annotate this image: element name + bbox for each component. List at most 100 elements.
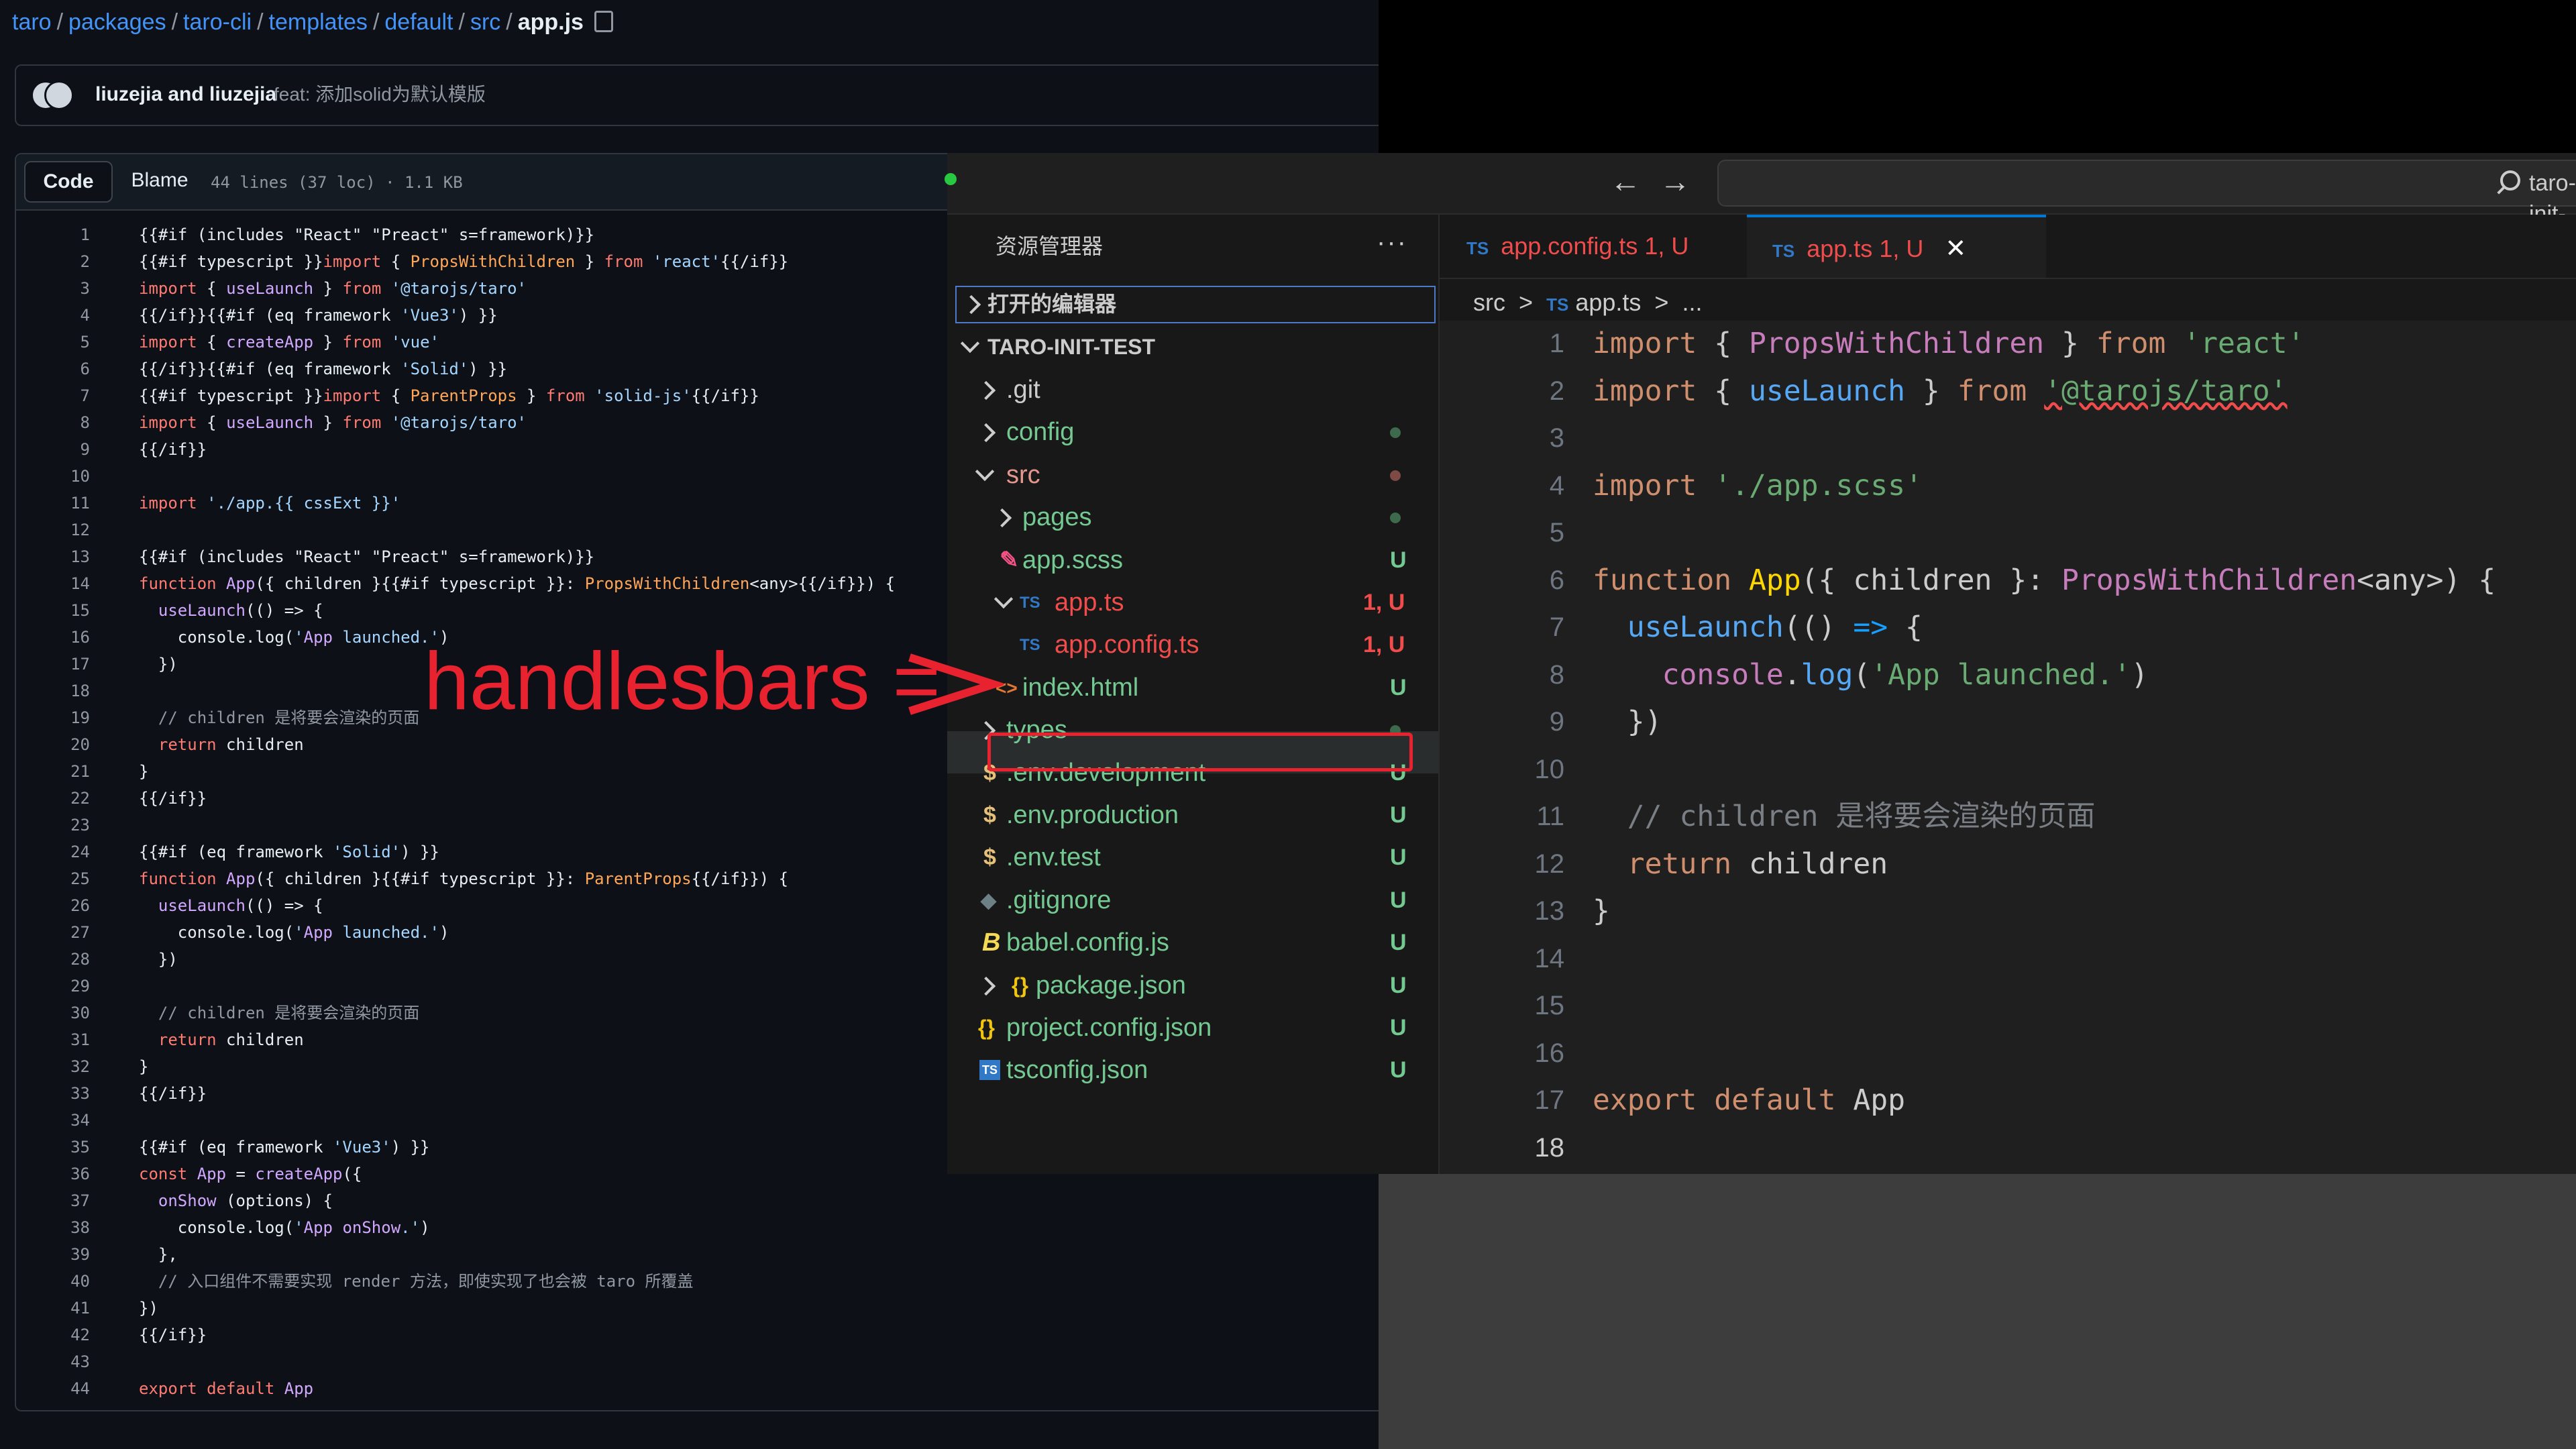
line-number[interactable]: 16 xyxy=(16,624,90,651)
breadcrumb-file[interactable]: app.ts xyxy=(1575,288,1641,316)
commit-authors[interactable]: liuzejia and liuzejia xyxy=(95,80,276,109)
breadcrumb-link-src[interactable]: src xyxy=(470,9,500,35)
tab-app-ts[interactable]: TS app.ts 1, U ✕ xyxy=(1747,215,2046,278)
line-number[interactable]: 24 xyxy=(16,839,90,865)
tree-item-tsconfig-json[interactable]: TS tsconfig.json U xyxy=(947,1049,1430,1091)
line-number[interactable]: 18 xyxy=(1440,1125,1565,1171)
breadcrumb-link-templates[interactable]: templates xyxy=(269,9,368,35)
line-number[interactable]: 10 xyxy=(1440,747,1565,793)
tab-app-config-ts[interactable]: TS app.config.ts 1, U xyxy=(1440,215,1747,278)
line-number[interactable]: 29 xyxy=(16,973,90,1000)
line-number[interactable]: 25 xyxy=(16,865,90,892)
line-number[interactable]: 32 xyxy=(16,1053,90,1080)
breadcrumb-link-default[interactable]: default xyxy=(384,9,453,35)
line-number[interactable]: 6 xyxy=(16,356,90,382)
line-number[interactable]: 21 xyxy=(16,758,90,785)
line-number[interactable]: 11 xyxy=(16,490,90,517)
tree-item-git[interactable]: .git xyxy=(947,369,1430,411)
line-number[interactable]: 31 xyxy=(16,1026,90,1053)
line-number[interactable]: 37 xyxy=(16,1187,90,1214)
tree-item-env-test[interactable]: $ .env.test U xyxy=(947,837,1430,879)
line-number[interactable]: 4 xyxy=(16,302,90,329)
line-number[interactable]: 5 xyxy=(16,329,90,356)
project-folder-header[interactable]: TARO-INIT-TEST xyxy=(947,326,1430,368)
tree-item-project-config-json[interactable]: {} project.config.json U xyxy=(947,1007,1430,1049)
command-center-search[interactable]: taro-init-test xyxy=(1717,160,2576,258)
code-tab-button[interactable]: Code xyxy=(24,161,113,203)
line-number[interactable]: 38 xyxy=(16,1214,90,1241)
breadcrumb-link-taro-cli[interactable]: taro-cli xyxy=(183,9,252,35)
line-number[interactable]: 9 xyxy=(16,436,90,463)
line-number[interactable]: 4 xyxy=(1440,463,1564,509)
line-number[interactable]: 40 xyxy=(16,1268,90,1295)
blame-tab-button[interactable]: Blame xyxy=(117,161,203,200)
breadcrumb-symbols[interactable]: ... xyxy=(1682,288,1702,316)
tree-item-env-production[interactable]: $ .env.production U xyxy=(947,794,1430,837)
line-number[interactable]: 13 xyxy=(16,543,90,570)
line-number[interactable]: 7 xyxy=(1440,604,1564,651)
line-number[interactable]: 35 xyxy=(16,1134,90,1161)
more-actions-icon[interactable]: ··· xyxy=(1377,225,1407,259)
line-number[interactable]: 6 xyxy=(1440,557,1564,604)
tree-item-config[interactable]: config xyxy=(947,411,1430,453)
line-number[interactable]: 12 xyxy=(1440,841,1565,888)
tree-item-src[interactable]: src xyxy=(947,454,1430,496)
line-number[interactable]: 9 xyxy=(1440,699,1564,745)
line-number[interactable]: 11 xyxy=(1440,794,1564,840)
line-number[interactable]: 2 xyxy=(1440,368,1564,415)
line-number[interactable]: 15 xyxy=(1440,983,1565,1029)
author-avatars[interactable] xyxy=(31,80,74,110)
breadcrumb-link-taro[interactable]: taro xyxy=(12,9,52,35)
tree-item-package-json[interactable]: {} package.json U xyxy=(947,965,1430,1007)
line-number[interactable]: 3 xyxy=(1440,415,1564,462)
line-number[interactable]: 44 xyxy=(16,1375,90,1402)
line-number[interactable]: 14 xyxy=(1440,936,1565,982)
line-number[interactable]: 15 xyxy=(16,597,90,624)
commit-message[interactable]: feat: 添加solid为默认模版 xyxy=(274,80,486,109)
line-number[interactable]: 1 xyxy=(16,221,90,248)
line-number[interactable]: 30 xyxy=(16,1000,90,1026)
line-number[interactable]: 12 xyxy=(16,517,90,543)
tree-item-babel-config-js[interactable]: Bbabel.config.js U xyxy=(947,922,1430,964)
line-number[interactable]: 22 xyxy=(16,785,90,812)
tree-item-app-config-ts[interactable]: TS app.config.ts 1, U xyxy=(947,624,1430,666)
line-number[interactable]: 7 xyxy=(16,382,90,409)
line-number[interactable]: 39 xyxy=(16,1241,90,1268)
maximize-window-button[interactable] xyxy=(945,173,957,185)
line-number[interactable]: 16 xyxy=(1440,1030,1565,1077)
open-editors-header[interactable]: 打开的编辑器 xyxy=(947,283,1430,325)
copy-path-icon[interactable] xyxy=(594,11,613,33)
tree-item-app-ts[interactable]: TS app.ts 1, U xyxy=(947,582,1430,624)
line-number[interactable]: 10 xyxy=(16,463,90,490)
line-number[interactable]: 28 xyxy=(16,946,90,973)
line-number[interactable]: 34 xyxy=(16,1107,90,1134)
line-number[interactable]: 18 xyxy=(16,678,90,704)
line-number[interactable]: 8 xyxy=(1440,652,1564,698)
line-number[interactable]: 3 xyxy=(16,275,90,302)
line-number[interactable]: 8 xyxy=(16,409,90,436)
line-number[interactable]: 17 xyxy=(1440,1077,1565,1124)
line-number[interactable]: 1 xyxy=(1440,321,1564,367)
line-number[interactable]: 43 xyxy=(16,1348,90,1375)
line-number[interactable]: 2 xyxy=(16,248,90,275)
line-number[interactable]: 14 xyxy=(16,570,90,597)
tree-item-app-scss[interactable]: ✎ app.scss U xyxy=(947,539,1430,582)
line-number[interactable]: 36 xyxy=(16,1161,90,1187)
line-number[interactable]: 33 xyxy=(16,1080,90,1107)
line-number[interactable]: 17 xyxy=(16,651,90,678)
line-number[interactable]: 27 xyxy=(16,919,90,946)
line-number[interactable]: 13 xyxy=(1440,888,1565,934)
close-tab-icon[interactable]: ✕ xyxy=(1945,235,1966,263)
line-number[interactable]: 26 xyxy=(16,892,90,919)
tree-item-pages[interactable]: pages xyxy=(947,496,1430,539)
line-number[interactable]: 42 xyxy=(16,1322,90,1348)
line-number[interactable]: 41 xyxy=(16,1295,90,1322)
tree-item-index-html[interactable]: <> index.html U xyxy=(947,667,1430,709)
breadcrumb-folder[interactable]: src xyxy=(1473,288,1505,316)
breadcrumb-link-packages[interactable]: packages xyxy=(68,9,166,35)
line-number[interactable]: 19 xyxy=(16,704,90,731)
line-number[interactable]: 20 xyxy=(16,731,90,758)
line-number[interactable]: 23 xyxy=(16,812,90,839)
line-number[interactable]: 5 xyxy=(1440,510,1564,556)
tree-item-gitignore[interactable]: ◆ .gitignore U xyxy=(947,879,1430,922)
